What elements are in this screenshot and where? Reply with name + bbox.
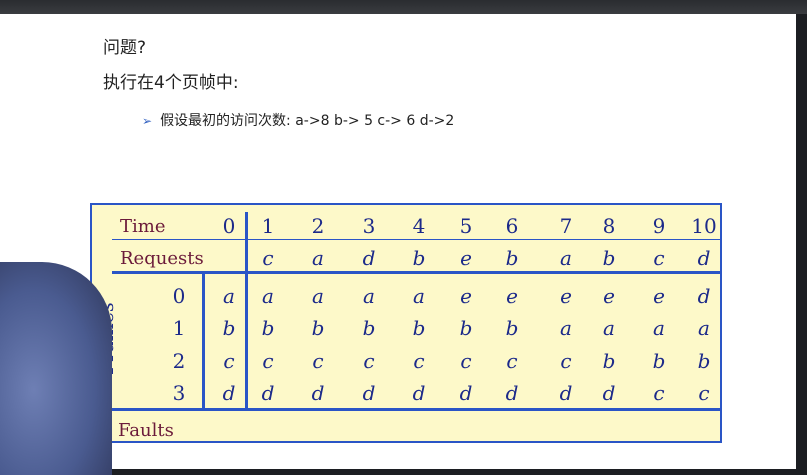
frame-cell: c bbox=[262, 349, 274, 373]
question-text: 问题? bbox=[103, 38, 147, 58]
time-cell: 6 bbox=[505, 214, 519, 238]
faults-label: Faults bbox=[118, 420, 174, 441]
frame-cell: d bbox=[602, 381, 616, 405]
frame-cell: e bbox=[460, 284, 472, 308]
right-edge bbox=[796, 14, 807, 475]
request-cell: e bbox=[460, 246, 472, 270]
frame-cell: a bbox=[312, 284, 324, 308]
frame-cell: e bbox=[653, 284, 665, 308]
frame-cell: b bbox=[602, 349, 616, 373]
frame-cell: d bbox=[559, 381, 573, 405]
window-top-strip bbox=[0, 0, 807, 14]
request-cell: b bbox=[602, 246, 616, 270]
requests-label: Requests bbox=[120, 248, 204, 269]
frame-cell: d bbox=[412, 381, 426, 405]
frame-cell: d bbox=[459, 381, 473, 405]
bullet-arrow-icon: ➢ bbox=[142, 114, 153, 128]
frame-cell: c bbox=[363, 349, 375, 373]
frame-index-cell: 0 bbox=[172, 284, 186, 308]
frame-cell: b bbox=[697, 349, 711, 373]
frame-cell: a bbox=[698, 316, 710, 340]
frame-cell: b bbox=[311, 316, 325, 340]
request-cell: a bbox=[312, 246, 324, 270]
bullet-text: 假设最初的访问次数: a->8 b-> 5 c-> 6 d->2 bbox=[160, 113, 455, 129]
request-cell: a bbox=[560, 246, 572, 270]
frame-cell: b bbox=[459, 316, 473, 340]
frame-cell: b bbox=[505, 316, 519, 340]
frame-cell: c bbox=[312, 349, 324, 373]
frame-cell: e bbox=[560, 284, 572, 308]
frame-cell: a bbox=[363, 284, 375, 308]
time-cell: 7 bbox=[559, 214, 573, 238]
frame-index-divider bbox=[202, 274, 205, 408]
frame-cell: e bbox=[603, 284, 615, 308]
frame-cell: e bbox=[506, 284, 518, 308]
time-label: Time bbox=[120, 216, 166, 237]
frame-cell: b bbox=[652, 349, 666, 373]
time-divider bbox=[245, 212, 248, 408]
time-cell: 8 bbox=[602, 214, 616, 238]
frame-index-cell: 2 bbox=[172, 349, 186, 373]
frame-cell: a bbox=[262, 284, 274, 308]
request-cell: d bbox=[362, 246, 376, 270]
frame-cell: c bbox=[413, 349, 425, 373]
time-cell: 9 bbox=[652, 214, 666, 238]
time-cell: 4 bbox=[412, 214, 426, 238]
frames-rule bbox=[112, 408, 720, 411]
time-rule bbox=[112, 239, 720, 240]
frame-cell: d bbox=[311, 381, 325, 405]
time-cell: 0 bbox=[222, 214, 236, 238]
frame-cell: a bbox=[223, 284, 235, 308]
frame-cell: d bbox=[505, 381, 519, 405]
presenter-image bbox=[0, 262, 112, 475]
time-cell: 2 bbox=[311, 214, 325, 238]
frame-cell: c bbox=[560, 349, 572, 373]
frame-cell: d bbox=[697, 284, 711, 308]
frame-index-cell: 1 bbox=[172, 316, 186, 340]
frame-cell: a bbox=[413, 284, 425, 308]
frame-cell: c bbox=[460, 349, 472, 373]
request-cell: c bbox=[653, 246, 665, 270]
bullet-line: ➢ 假设最初的访问次数: a->8 b-> 5 c-> 6 d->2 bbox=[142, 110, 454, 130]
frame-cell: c bbox=[223, 349, 235, 373]
frame-index-cell: 3 bbox=[172, 381, 186, 405]
exec-line-text: 执行在4个页帧中: bbox=[103, 73, 239, 93]
frame-cell: d bbox=[222, 381, 236, 405]
request-cell: c bbox=[262, 246, 274, 270]
frame-cell: a bbox=[653, 316, 665, 340]
frame-cell: c bbox=[653, 381, 665, 405]
frame-cell: a bbox=[603, 316, 615, 340]
frame-cell: b bbox=[362, 316, 376, 340]
request-cell: d bbox=[697, 246, 711, 270]
time-cell: 3 bbox=[362, 214, 376, 238]
frame-cell: c bbox=[506, 349, 518, 373]
request-cell: b bbox=[412, 246, 426, 270]
frame-cell: b bbox=[222, 316, 236, 340]
time-cell: 5 bbox=[459, 214, 473, 238]
time-cell: 1 bbox=[261, 214, 275, 238]
frame-cell: b bbox=[261, 316, 275, 340]
time-cell: 10 bbox=[691, 214, 717, 238]
frame-cell: c bbox=[698, 381, 710, 405]
frame-cell: a bbox=[560, 316, 572, 340]
frame-cell: d bbox=[362, 381, 376, 405]
request-cell: b bbox=[505, 246, 519, 270]
frame-cell: d bbox=[261, 381, 275, 405]
frame-cell: b bbox=[412, 316, 426, 340]
